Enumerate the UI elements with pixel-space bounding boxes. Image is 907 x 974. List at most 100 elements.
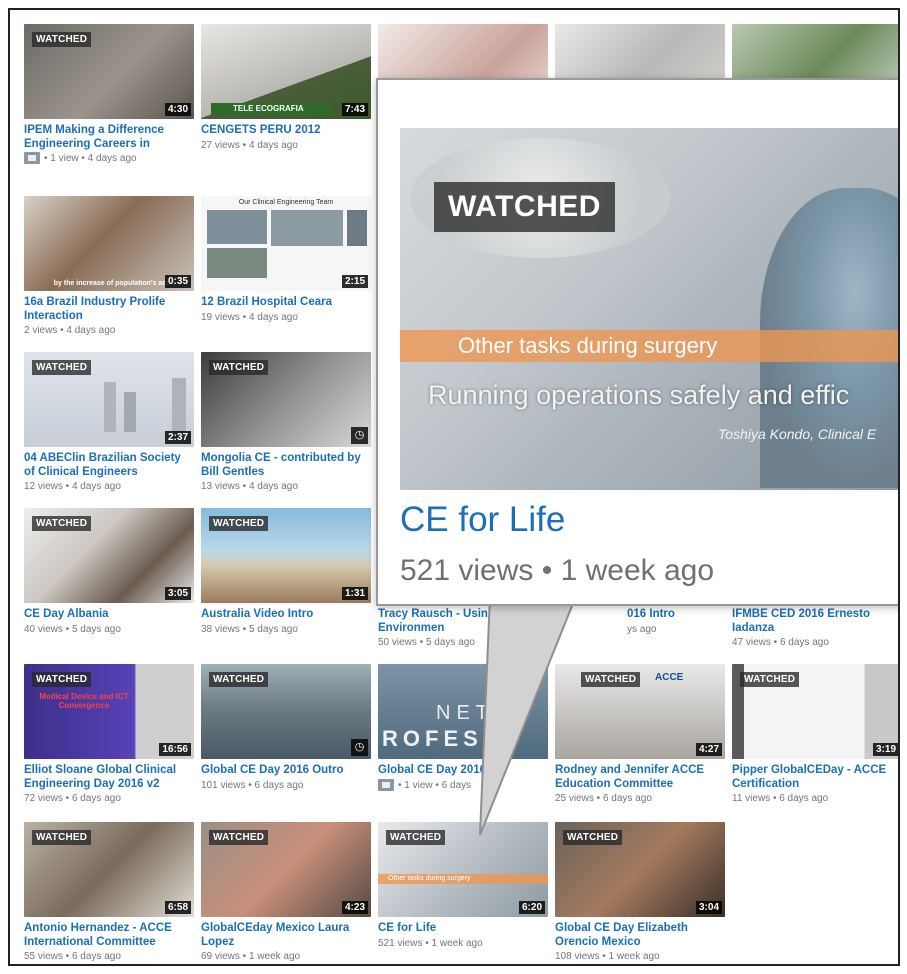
video-card[interactable]: WATCHED ◷ Mongolia CE - contributed by B… — [201, 352, 371, 493]
video-thumbnail[interactable]: WATCHED 6:58 — [24, 822, 194, 917]
video-title[interactable]: Elliot Sloane Global Clinical Engineerin… — [24, 764, 194, 791]
video-title[interactable]: CE for Life — [378, 922, 548, 936]
video-card[interactable]: Our Clinical Engineering Team 2:15 12 Br… — [201, 196, 371, 324]
overlay-caption: by the increase of population's acce — [53, 280, 174, 287]
video-stats: 2 views • 4 days ago — [24, 325, 116, 336]
video-thumbnail[interactable]: WATCHED 3:04 — [555, 822, 725, 917]
video-title[interactable]: 16a Brazil Industry Prolife Interaction — [24, 296, 194, 323]
popup-credit: Toshiya Kondo, Clinical E — [718, 426, 877, 442]
clock-icon: ◷ — [351, 739, 368, 756]
watched-badge: WATCHED — [740, 672, 800, 687]
video-thumbnail[interactable]: WATCHED Other tasks during surgery 6:20 — [378, 822, 548, 917]
duration-badge: 3:05 — [164, 587, 191, 600]
video-stats: 69 views • 1 week ago — [201, 951, 301, 962]
video-card[interactable]: TELE ECOGRAFIA 7:43 CENGETS PERU 2012 27… — [201, 24, 371, 152]
render-tower — [124, 392, 136, 432]
tele-banner: TELE ECOGRAFIA — [211, 103, 331, 115]
popup-stats: 521 views • 1 week ago — [400, 554, 715, 587]
video-card[interactable]: WATCHED ACCE 4:27 Rodney and Jennifer AC… — [555, 664, 725, 805]
rofes-text: ROFES — [382, 726, 483, 751]
video-stats: 521 views • 1 week ago — [378, 937, 483, 949]
video-title[interactable]: Global CE Day 2016 — [378, 764, 548, 778]
duration-badge: 16:56 — [159, 743, 191, 756]
video-title[interactable]: 016 Intro — [555, 608, 725, 622]
video-title[interactable]: Tracy Rausch - Usin Clinical Environmen — [378, 608, 548, 635]
video-thumbnail[interactable]: TELE ECOGRAFIA 7:43 — [201, 24, 371, 119]
video-card[interactable]: WATCHED Medical Device and ICT Convergen… — [24, 664, 194, 805]
watched-badge: WATCHED — [32, 830, 92, 845]
render-tower — [172, 378, 186, 432]
video-title[interactable]: Australia Video Intro — [201, 608, 371, 622]
video-title[interactable]: IFMBE CED 2016 Ernesto Iadanza — [732, 608, 898, 635]
video-thumbnail[interactable]: WATCHED 3:05 — [24, 508, 194, 603]
video-thumbnail[interactable]: WATCHED 3:19 — [732, 664, 898, 759]
slide-photo — [347, 210, 367, 246]
watched-badge: WATCHED — [209, 672, 269, 687]
video-stats: 27 views • 4 days ago — [201, 139, 298, 151]
video-card[interactable]: WATCHED 3:19 Pipper GlobalCEDay - ACCE C… — [732, 664, 898, 805]
video-thumbnail[interactable]: WATCHED ACCE 4:27 — [555, 664, 725, 759]
video-card[interactable]: WATCHED 1:31 Australia Video Intro 38 vi… — [201, 508, 371, 636]
slide-heading: Medical Device and ICT Convergence — [39, 692, 129, 710]
slide-photo — [207, 248, 267, 278]
video-card[interactable]: NETW ROFES Global CE Day 2016 • 1 view •… — [378, 664, 548, 792]
video-stats: 40 views • 5 days ago — [24, 623, 121, 635]
duration-badge: 0:35 — [164, 275, 191, 288]
duration-badge: 6:58 — [164, 901, 191, 914]
video-thumbnail[interactable]: WATCHED 4:30 — [24, 24, 194, 119]
video-thumbnail[interactable]: WATCHED ◷ — [201, 664, 371, 759]
video-card[interactable]: WATCHED 3:05 CE Day Albania 40 views • 5… — [24, 508, 194, 636]
video-stats: 13 views • 4 days ago — [201, 481, 298, 492]
watched-badge: WATCHED — [209, 830, 269, 845]
watched-badge: WATCHED — [209, 360, 269, 375]
video-title[interactable]: Global CE Day 2016 Outro — [201, 764, 371, 778]
video-stats: • 1 view • 6 days — [398, 779, 472, 791]
video-title[interactable]: CENGETS PERU 2012 — [201, 124, 371, 138]
watched-badge: WATCHED — [563, 830, 623, 845]
video-card[interactable]: WATCHED Other tasks during surgery 6:20 … — [378, 822, 548, 950]
duration-badge: 4:27 — [695, 743, 722, 756]
video-card[interactable]: by the increase of population's acce 0:3… — [24, 196, 194, 337]
video-thumbnail[interactable]: by the increase of population's acce 0:3… — [24, 196, 194, 291]
video-thumbnail[interactable]: WATCHED 2:37 — [24, 352, 194, 447]
screenshot-frame: WATCHED 4:30 IPEM Making a Difference En… — [8, 8, 900, 966]
video-thumbnail[interactable]: NETW ROFES — [378, 664, 548, 759]
video-thumbnail[interactable]: WATCHED 4:23 — [201, 822, 371, 917]
video-title[interactable]: Antonio Hernandez - ACCE International C… — [24, 922, 194, 949]
video-stats: 55 views • 6 days ago — [24, 951, 121, 962]
duration-badge: 3:19 — [872, 743, 898, 756]
video-thumbnail[interactable]: WATCHED 1:31 — [201, 508, 371, 603]
clock-icon: ◷ — [351, 427, 368, 444]
video-thumbnail[interactable]: WATCHED Medical Device and ICT Convergen… — [24, 664, 194, 759]
video-thumbnail[interactable]: Our Clinical Engineering Team 2:15 — [201, 196, 371, 291]
popup-title[interactable]: CE for Life — [400, 500, 565, 540]
video-title[interactable]: 12 Brazil Hospital Ceara — [201, 296, 371, 310]
watched-badge: WATCHED — [209, 516, 269, 531]
video-thumbnail[interactable]: WATCHED ◷ — [201, 352, 371, 447]
video-card[interactable]: WATCHED 4:30 IPEM Making a Difference En… — [24, 24, 194, 165]
video-stats: 108 views • 1 week ago — [555, 951, 660, 962]
video-title[interactable]: Rodney and Jennifer ACCE Education Commi… — [555, 764, 725, 791]
popup-watched-badge: WATCHED — [434, 182, 615, 232]
video-title[interactable]: CE Day Albania — [24, 608, 194, 622]
render-tower — [104, 382, 116, 432]
video-title[interactable]: Mongolia CE - contributed by Bill Gentle… — [201, 452, 371, 479]
video-title[interactable]: Global CE Day Elizabeth Orencio Mexico — [555, 922, 725, 949]
watched-badge: WATCHED — [386, 830, 446, 845]
watched-badge: WATCHED — [32, 32, 92, 47]
video-stats: 72 views • 6 days ago — [24, 793, 121, 804]
playlist-icon — [378, 778, 394, 791]
video-stats: 25 views • 6 days ago — [555, 793, 652, 804]
playlist-icon — [24, 152, 40, 165]
video-card[interactable]: WATCHED ◷ Global CE Day 2016 Outro 101 v… — [201, 664, 371, 792]
watched-badge: WATCHED — [32, 516, 92, 531]
video-title[interactable]: GlobalCEday Mexico Laura Lopez — [201, 922, 371, 949]
video-stats: 101 views • 6 days ago — [201, 779, 304, 791]
video-title[interactable]: IPEM Making a Difference Engineering Car… — [24, 124, 194, 151]
video-card[interactable]: WATCHED 2:37 04 ABEClin Brazilian Societ… — [24, 352, 194, 493]
video-card[interactable]: WATCHED 6:58 Antonio Hernandez - ACCE In… — [24, 822, 194, 963]
video-title[interactable]: Pipper GlobalCEDay - ACCE Certification — [732, 764, 898, 791]
video-title[interactable]: 04 ABEClin Brazilian Society of Clinical… — [24, 452, 194, 479]
video-card[interactable]: WATCHED 3:04 Global CE Day Elizabeth Ore… — [555, 822, 725, 963]
video-card[interactable]: WATCHED 4:23 GlobalCEday Mexico Laura Lo… — [201, 822, 371, 963]
